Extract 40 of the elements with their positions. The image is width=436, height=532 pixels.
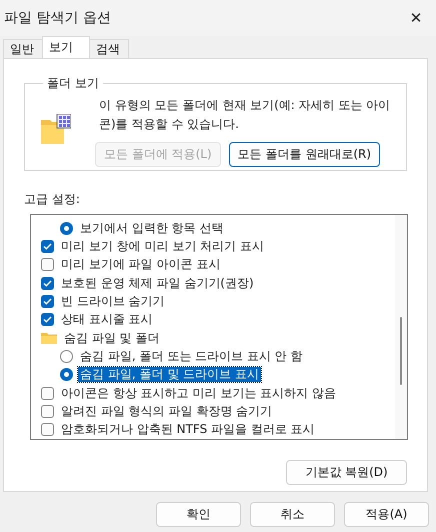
dialog-button[interactable]: 취소 [250, 502, 335, 527]
dialog-button[interactable]: 적용(A) [344, 502, 429, 527]
checkbox[interactable] [41, 258, 54, 272]
checkbox[interactable] [41, 386, 54, 400]
option-label[interactable]: 숨김 파일, 폴더 또는 드라이브 표시 안 함 [78, 348, 305, 364]
scrollbar[interactable] [395, 215, 407, 439]
advanced-settings-label: 고급 설정: [24, 191, 81, 208]
checkbox[interactable] [41, 294, 54, 308]
window-title: 파일 탐색기 옵션 [4, 9, 111, 27]
option-label[interactable]: 암호화되거나 압축된 NTFS 파일을 컬러로 표시 [59, 422, 317, 438]
option-label[interactable]: 보호된 운영 체제 파일 숨기기(권장) [59, 276, 256, 291]
option-label[interactable]: 보기에서 입력한 항목 선택 [78, 220, 226, 236]
radio-button[interactable] [60, 368, 73, 382]
option-label[interactable]: 알려진 파일 형식의 파일 확장명 숨기기 [59, 404, 274, 419]
option-label[interactable]: 아이콘은 항상 표시하고 미리 보기는 표시하지 않음 [59, 386, 338, 401]
scroll-thumb[interactable] [400, 317, 402, 385]
dialog-button[interactable]: 확인 [156, 502, 241, 527]
group-title: 폴더 보기 [46, 75, 100, 92]
checkbox[interactable] [41, 423, 54, 436]
description-text: 이 유형의 모든 폴더에 현재 보기(예: 자세히 또는 아이콘)를 적용할 수 있습니다. [99, 97, 392, 133]
option-label[interactable]: 빈 드라이브 숨기기 [59, 294, 167, 309]
tab[interactable]: 보기 [42, 36, 90, 58]
radio-button[interactable] [60, 222, 73, 235]
close-button[interactable]: ✕ [400, 4, 432, 32]
tab[interactable]: 일반 [3, 39, 43, 58]
checkbox[interactable] [41, 313, 54, 326]
folder-icon [41, 332, 57, 344]
checkbox[interactable] [41, 276, 54, 290]
radio-button[interactable] [60, 350, 73, 363]
reset-folders-button[interactable]: 모든 폴더를 원래대로(R) [228, 142, 380, 167]
option-label: 숨김 파일 및 폴더 [63, 330, 160, 346]
checkbox[interactable] [41, 240, 54, 253]
restore-defaults-button[interactable]: 기본값 복원(D) [286, 460, 407, 485]
option-label[interactable]: 상태 표시줄 표시 [59, 312, 155, 328]
option-label[interactable]: 미리 보기 창에 미리 보기 처리기 표시 [59, 238, 266, 254]
option-label[interactable]: 숨김 파일, 폴더 및 드라이브 표시 [78, 367, 261, 382]
option-label[interactable]: 미리 보기에 파일 아이콘 표시 [59, 257, 222, 272]
checkbox[interactable] [41, 404, 54, 418]
tab[interactable]: 검색 [89, 39, 129, 58]
folder-view-icon [41, 114, 71, 144]
